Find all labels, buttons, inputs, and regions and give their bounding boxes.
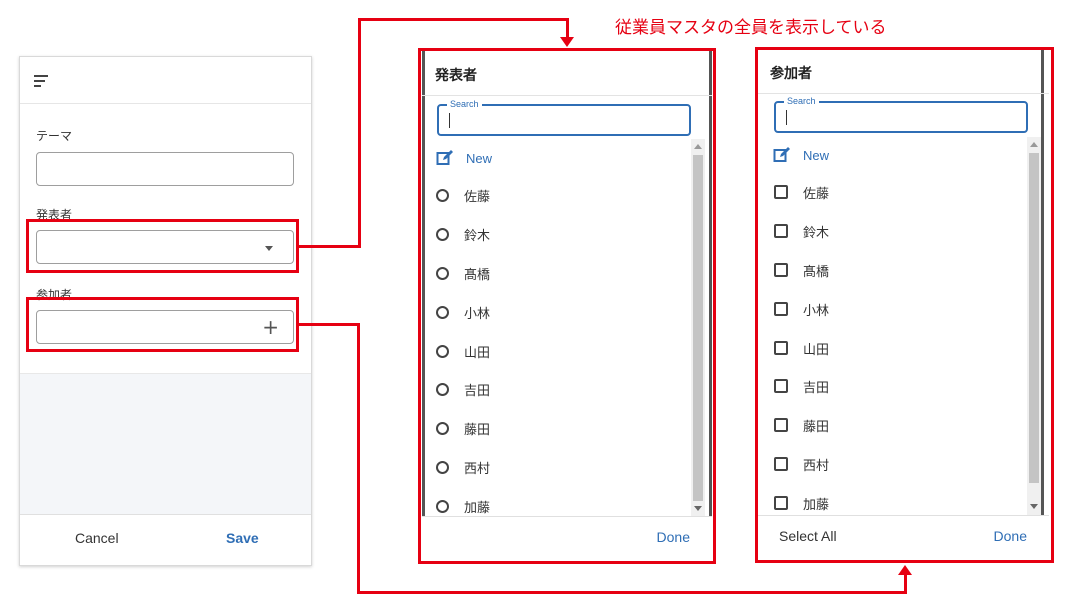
- menu-icon[interactable]: [34, 75, 50, 87]
- cancel-button[interactable]: Cancel: [75, 530, 119, 546]
- theme-input[interactable]: [36, 152, 294, 186]
- form-header: [20, 57, 311, 104]
- connector-line: [358, 18, 569, 21]
- arrow-down-icon: [560, 37, 574, 47]
- connector-line: [298, 323, 360, 326]
- connector-line: [566, 18, 569, 38]
- connector-line: [357, 591, 907, 594]
- annotation-text: 従業員マスタの全員を表示している: [615, 18, 887, 38]
- highlight-presenter-panel: [418, 48, 716, 564]
- connector-line: [358, 18, 361, 248]
- highlight-participants-field: [26, 297, 299, 352]
- highlight-participants-panel: [755, 47, 1054, 563]
- connector-line: [357, 323, 360, 594]
- form-footer: Cancel Save: [20, 514, 311, 565]
- theme-label: テーマ: [36, 129, 73, 143]
- form-empty-area: [20, 373, 311, 518]
- save-button[interactable]: Save: [226, 530, 259, 546]
- connector-line: [904, 575, 907, 594]
- arrow-up-icon: [898, 565, 912, 575]
- connector-line: [298, 245, 360, 248]
- highlight-presenter-field: [26, 219, 299, 273]
